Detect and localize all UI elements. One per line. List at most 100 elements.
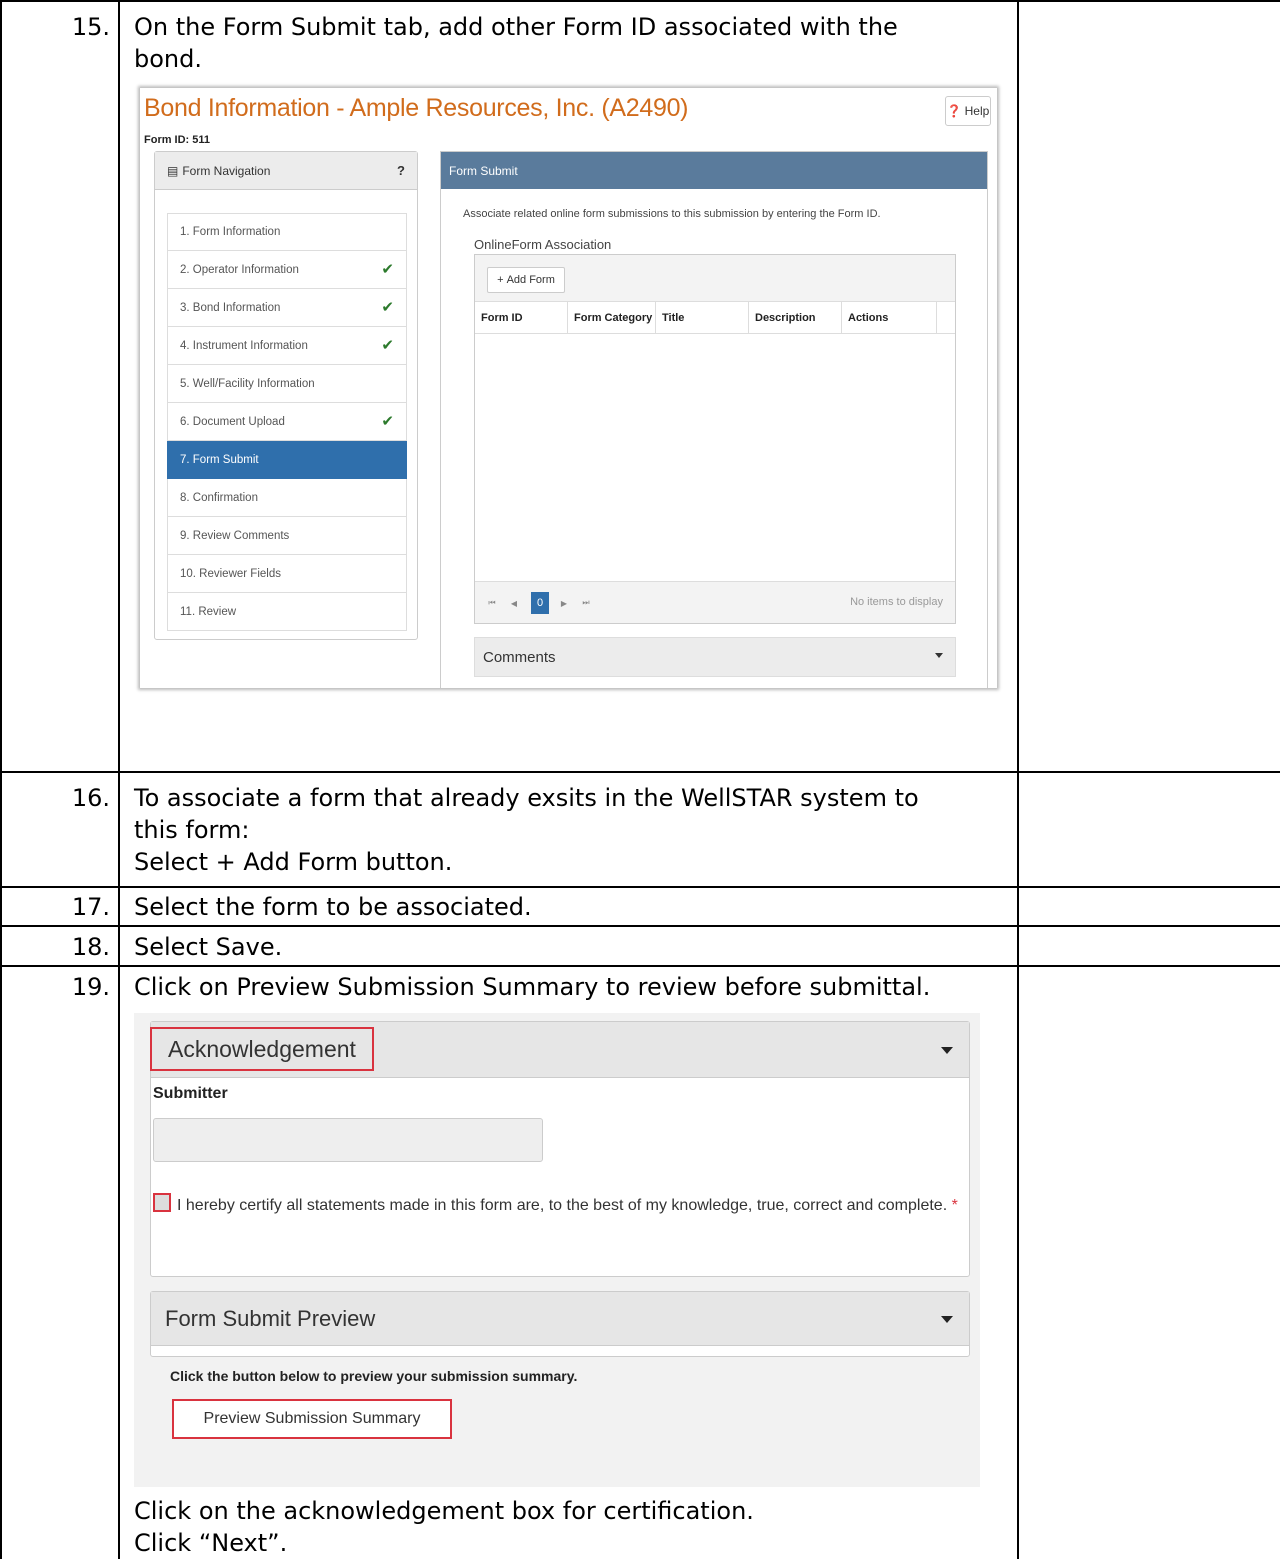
bond-form-screenshot: Bond Information - Ample Resources, Inc.… bbox=[140, 88, 997, 688]
comments-section-header[interactable]: Comments bbox=[474, 637, 956, 677]
prev-page-icon[interactable]: ◀ bbox=[505, 592, 523, 614]
nav-item[interactable]: 1. Form Information bbox=[167, 213, 407, 251]
online-form-association-label: OnlineForm Association bbox=[474, 237, 612, 252]
form-submit-preview-panel: Form Submit Preview bbox=[150, 1291, 970, 1357]
step-line: Click on Preview Submission Summary to r… bbox=[134, 973, 931, 1001]
caret-down-icon bbox=[935, 653, 943, 658]
add-form-label: Add Form bbox=[506, 274, 555, 286]
step-number: 19. bbox=[71, 973, 110, 1001]
step-line: this form: bbox=[134, 816, 250, 844]
step-line: Select + Add Form button. bbox=[134, 848, 453, 876]
nav-item-label: 5. Well/Facility Information bbox=[180, 377, 315, 390]
step-line: Select Save. bbox=[134, 933, 283, 961]
nav-item-label: 1. Form Information bbox=[180, 226, 281, 238]
nav-title: Form Navigation bbox=[182, 163, 271, 178]
nav-item[interactable]: 8. Confirmation bbox=[167, 479, 407, 517]
table-divider bbox=[118, 0, 120, 1559]
column-header-actions[interactable]: Actions bbox=[842, 302, 937, 333]
row-border bbox=[0, 771, 1280, 773]
checkmark-icon: ✔ bbox=[381, 413, 394, 430]
nav-item[interactable]: 7. Form Submit bbox=[167, 441, 407, 479]
nav-item[interactable]: 4. Instrument Information ✔ bbox=[167, 327, 407, 365]
preview-submission-summary-button[interactable]: Preview Submission Summary bbox=[172, 1399, 452, 1439]
certification-checkbox[interactable] bbox=[153, 1193, 171, 1212]
step-number: 18. bbox=[71, 933, 110, 961]
step-text: Click on the acknowledgement box for cer… bbox=[134, 1495, 1014, 1559]
checkmark-icon: ✔ bbox=[381, 337, 394, 354]
column-header-description[interactable]: Description bbox=[749, 302, 842, 333]
add-form-button[interactable]: + Add Form bbox=[487, 267, 565, 293]
row-border bbox=[0, 965, 1280, 967]
first-page-icon[interactable]: ⏮ bbox=[483, 592, 501, 614]
list-icon: ▤ bbox=[167, 163, 179, 178]
grid-header: Form ID Form Category Title Description … bbox=[475, 302, 955, 334]
checkmark-icon: ✔ bbox=[381, 261, 394, 278]
table-border-left bbox=[0, 0, 2, 1559]
nav-item[interactable]: 9. Review Comments bbox=[167, 517, 407, 555]
nav-item-label: 11. Review bbox=[180, 605, 237, 618]
acknowledgement-panel: Acknowledgement Submitter I hereby certi… bbox=[150, 1021, 970, 1277]
step-number: 15. bbox=[71, 13, 110, 41]
step-number: 17. bbox=[71, 893, 110, 921]
question-circle-icon[interactable]: ? bbox=[397, 163, 405, 178]
plus-icon: + bbox=[497, 274, 504, 286]
form-submit-preview-title: Form Submit Preview bbox=[165, 1305, 376, 1331]
step-line: Select the form to be associated. bbox=[134, 893, 532, 921]
row-border bbox=[0, 925, 1280, 927]
page-title: Bond Information - Ample Resources, Inc.… bbox=[144, 94, 689, 122]
preview-description: Click the button below to preview your s… bbox=[170, 1368, 578, 1384]
nav-item-label: 2. Operator Information bbox=[180, 263, 299, 276]
acknowledgement-header[interactable]: Acknowledgement bbox=[150, 1022, 969, 1078]
nav-item[interactable]: 6. Document Upload ✔ bbox=[167, 403, 407, 441]
column-header-form-category[interactable]: Form Category bbox=[568, 302, 656, 333]
required-mark: * bbox=[951, 1197, 958, 1214]
step-line: Click on the acknowledgement box for cer… bbox=[134, 1497, 754, 1525]
nav-item[interactable]: 10. Reviewer Fields bbox=[167, 555, 407, 593]
comments-label: Comments bbox=[483, 648, 556, 666]
nav-item-label: 9. Review Comments bbox=[180, 529, 290, 542]
nav-item-label: 6. Document Upload bbox=[180, 415, 285, 428]
checkmark-icon: ✔ bbox=[381, 299, 394, 316]
table-divider bbox=[1017, 0, 1019, 1559]
question-circle-icon: ❓ bbox=[946, 104, 962, 118]
help-button[interactable]: ❓ Help bbox=[945, 96, 991, 126]
step-text: Click on Preview Submission Summary to r… bbox=[134, 971, 1014, 1003]
nav-item[interactable]: 5. Well/Facility Information bbox=[167, 365, 407, 403]
caret-down-icon bbox=[941, 1316, 953, 1323]
column-header-title[interactable]: Title bbox=[656, 302, 749, 333]
step-line: bond. bbox=[134, 45, 202, 73]
grid-toolbar: + Add Form bbox=[475, 255, 955, 302]
column-header-form-id[interactable]: Form ID bbox=[475, 302, 568, 333]
nav-item-label: 8. Confirmation bbox=[180, 491, 258, 504]
current-page[interactable]: 0 bbox=[531, 592, 549, 614]
grid-pager: ⏮ ◀ 0 ▶ ⏭ No items to display bbox=[475, 581, 955, 623]
nav-item[interactable]: 2. Operator Information ✔ bbox=[167, 251, 407, 289]
help-label: Help bbox=[964, 104, 990, 118]
acknowledgement-screenshot: Acknowledgement Submitter I hereby certi… bbox=[134, 1013, 980, 1487]
form-navigation-panel: ▤ Form Navigation ? 1. Form Information 2… bbox=[154, 151, 418, 640]
certification-text: I hereby certify all statements made in … bbox=[177, 1193, 967, 1219]
step-number: 16. bbox=[71, 784, 110, 812]
next-page-icon[interactable]: ▶ bbox=[555, 592, 573, 614]
last-page-icon[interactable]: ⏭ bbox=[577, 592, 595, 614]
form-navigation-header: ▤ Form Navigation ? bbox=[155, 152, 417, 190]
form-navigation-list: 1. Form Information 2. Operator Informati… bbox=[167, 213, 407, 631]
step-text: On the Form Submit tab, add other Form I… bbox=[134, 11, 1014, 75]
nav-item[interactable]: 3. Bond Information ✔ bbox=[167, 289, 407, 327]
nav-item[interactable]: 11. Review bbox=[167, 593, 407, 631]
nav-item-label: 3. Bond Information bbox=[180, 301, 281, 314]
caret-down-icon bbox=[941, 1047, 953, 1054]
step-text: Select the form to be associated. bbox=[134, 891, 1014, 923]
nav-item-label: 10. Reviewer Fields bbox=[180, 567, 281, 580]
step-text: To associate a form that already exsits … bbox=[134, 782, 1014, 878]
form-submit-description: Associate related online form submission… bbox=[463, 208, 881, 220]
form-submit-panel: Form Submit Associate related online for… bbox=[440, 151, 988, 688]
submitter-input[interactable] bbox=[153, 1118, 543, 1162]
row-border bbox=[0, 886, 1280, 888]
no-items-text: No items to display bbox=[850, 596, 943, 608]
row-border bbox=[0, 0, 1280, 2]
step-line: To associate a form that already exsits … bbox=[134, 784, 919, 812]
form-submit-header: Form Submit bbox=[441, 152, 987, 189]
form-submit-preview-header[interactable]: Form Submit Preview bbox=[151, 1292, 969, 1346]
association-grid: + Add Form Form ID Form Category Title D… bbox=[474, 254, 956, 624]
